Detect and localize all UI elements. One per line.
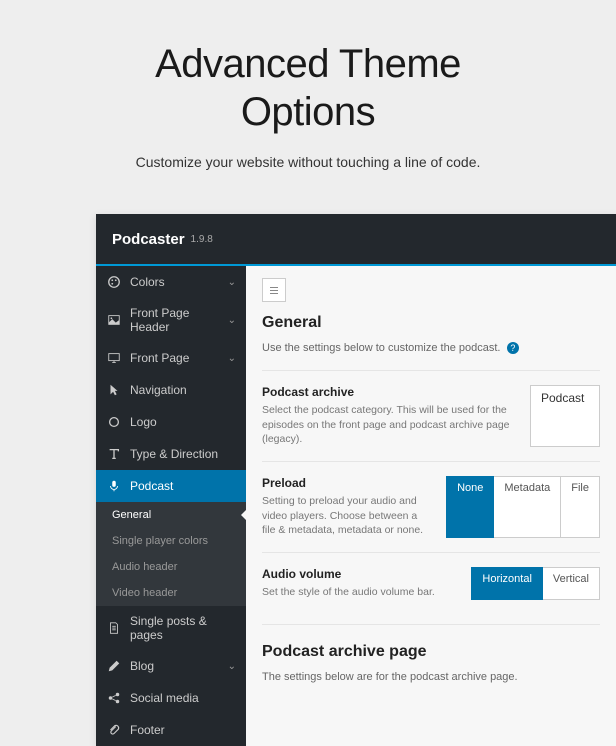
sidebar-subitem-single-player-colors[interactable]: Single player colors bbox=[96, 528, 246, 554]
admin-panel: Podcaster 1.9.8 Colors⌄Front Page Header… bbox=[96, 214, 616, 746]
sidebar-item-single-posts-pages[interactable]: Single posts & pages bbox=[96, 606, 246, 650]
hero-title-line1: Advanced Theme bbox=[155, 42, 461, 86]
hero: Advanced Theme Options Customize your we… bbox=[0, 0, 616, 190]
option-title: Podcast archive bbox=[262, 385, 514, 399]
admin-body: Colors⌄Front Page Header⌄Front Page⌄Navi… bbox=[96, 266, 616, 746]
preload-option-none[interactable]: None bbox=[446, 476, 494, 538]
sidebar-item-navigation[interactable]: Navigation bbox=[96, 374, 246, 406]
preload-option-file[interactable]: File bbox=[561, 476, 600, 538]
sidebar-item-label: Front Page Header bbox=[130, 306, 228, 334]
section-title-general: General bbox=[262, 314, 600, 332]
option-desc: Setting to preload your audio and video … bbox=[262, 494, 430, 538]
divider bbox=[262, 370, 600, 371]
cursor-icon bbox=[106, 382, 122, 398]
type-icon bbox=[106, 446, 122, 462]
sidebar-item-podcast[interactable]: Podcast bbox=[96, 470, 246, 502]
sidebar-item-label: Footer bbox=[130, 723, 165, 737]
sidebar-item-label: Colors bbox=[130, 275, 165, 289]
divider bbox=[262, 461, 600, 462]
section-desc-general: Use the settings below to customize the … bbox=[262, 338, 600, 356]
volume-option-horizontal[interactable]: Horizontal bbox=[471, 567, 543, 600]
hero-title-line2: Options bbox=[241, 90, 375, 134]
hero-subtitle: Customize your website without touching … bbox=[20, 154, 596, 170]
option-audio-volume: Audio volume Set the style of the audio … bbox=[262, 567, 600, 600]
pen-icon bbox=[106, 658, 122, 674]
sidebar-subitem-general[interactable]: General bbox=[96, 502, 246, 528]
section-desc-archive-page: The settings below are for the podcast a… bbox=[262, 671, 600, 683]
page-icon bbox=[106, 620, 122, 636]
collapse-toggle-button[interactable] bbox=[262, 278, 286, 302]
sidebar-item-type-direction[interactable]: Type & Direction bbox=[96, 438, 246, 470]
divider bbox=[262, 624, 600, 625]
sidebar-item-logo[interactable]: Logo bbox=[96, 406, 246, 438]
chevron-down-icon: ⌄ bbox=[228, 315, 236, 326]
sidebar-item-label: Blog bbox=[130, 659, 154, 673]
sidebar-item-label: Front Page bbox=[130, 351, 189, 365]
divider bbox=[262, 552, 600, 553]
option-title: Audio volume bbox=[262, 567, 455, 581]
option-preload: Preload Setting to preload your audio an… bbox=[262, 476, 600, 538]
chevron-down-icon: ⌄ bbox=[228, 277, 236, 288]
sidebar-item-label: Social media bbox=[130, 691, 199, 705]
podcast-archive-select[interactable]: Podcast bbox=[530, 385, 600, 447]
product-version: 1.9.8 bbox=[191, 234, 213, 245]
product-name: Podcaster bbox=[112, 231, 185, 248]
option-podcast-archive: Podcast archive Select the podcast categ… bbox=[262, 385, 600, 447]
sidebar-item-label: Logo bbox=[130, 415, 157, 429]
sidebar-item-front-page-header[interactable]: Front Page Header⌄ bbox=[96, 298, 246, 342]
sidebar-item-label: Navigation bbox=[130, 383, 187, 397]
hero-title: Advanced Theme Options bbox=[20, 40, 596, 136]
topbar: Podcaster 1.9.8 bbox=[96, 214, 616, 266]
content-area: General Use the settings below to custom… bbox=[246, 266, 616, 746]
sidebar-item-social-media[interactable]: Social media bbox=[96, 682, 246, 714]
option-desc: Set the style of the audio volume bar. bbox=[262, 585, 455, 600]
option-title: Preload bbox=[262, 476, 430, 490]
chevron-down-icon: ⌄ bbox=[228, 353, 236, 364]
attach-icon bbox=[106, 722, 122, 738]
sidebar-item-blog[interactable]: Blog ⌄ bbox=[96, 650, 246, 682]
sidebar-item-label: Type & Direction bbox=[130, 447, 218, 461]
volume-option-vertical[interactable]: Vertical bbox=[543, 567, 600, 600]
option-desc: Select the podcast category. This will b… bbox=[262, 403, 514, 447]
menu-icon bbox=[268, 284, 280, 296]
mic-icon bbox=[106, 478, 122, 494]
sidebar: Colors⌄Front Page Header⌄Front Page⌄Navi… bbox=[96, 266, 246, 746]
sidebar-item-front-page[interactable]: Front Page ⌄ bbox=[96, 342, 246, 374]
preload-option-metadata[interactable]: Metadata bbox=[494, 476, 561, 538]
sidebar-item-footer[interactable]: Footer bbox=[96, 714, 246, 746]
sidebar-item-label: Podcast bbox=[130, 479, 173, 493]
sidebar-subitem-video-header[interactable]: Video header bbox=[96, 580, 246, 606]
sidebar-subitem-audio-header[interactable]: Audio header bbox=[96, 554, 246, 580]
help-icon[interactable]: ? bbox=[507, 342, 519, 354]
monitor-icon bbox=[106, 350, 122, 366]
sidebar-item-colors[interactable]: Colors ⌄ bbox=[96, 266, 246, 298]
share-icon bbox=[106, 690, 122, 706]
section-title-archive-page: Podcast archive page bbox=[262, 643, 600, 661]
circle-icon bbox=[106, 414, 122, 430]
sidebar-item-label: Single posts & pages bbox=[130, 614, 236, 642]
image-icon bbox=[106, 312, 122, 328]
palette-icon bbox=[106, 274, 122, 290]
chevron-down-icon: ⌄ bbox=[228, 661, 236, 672]
